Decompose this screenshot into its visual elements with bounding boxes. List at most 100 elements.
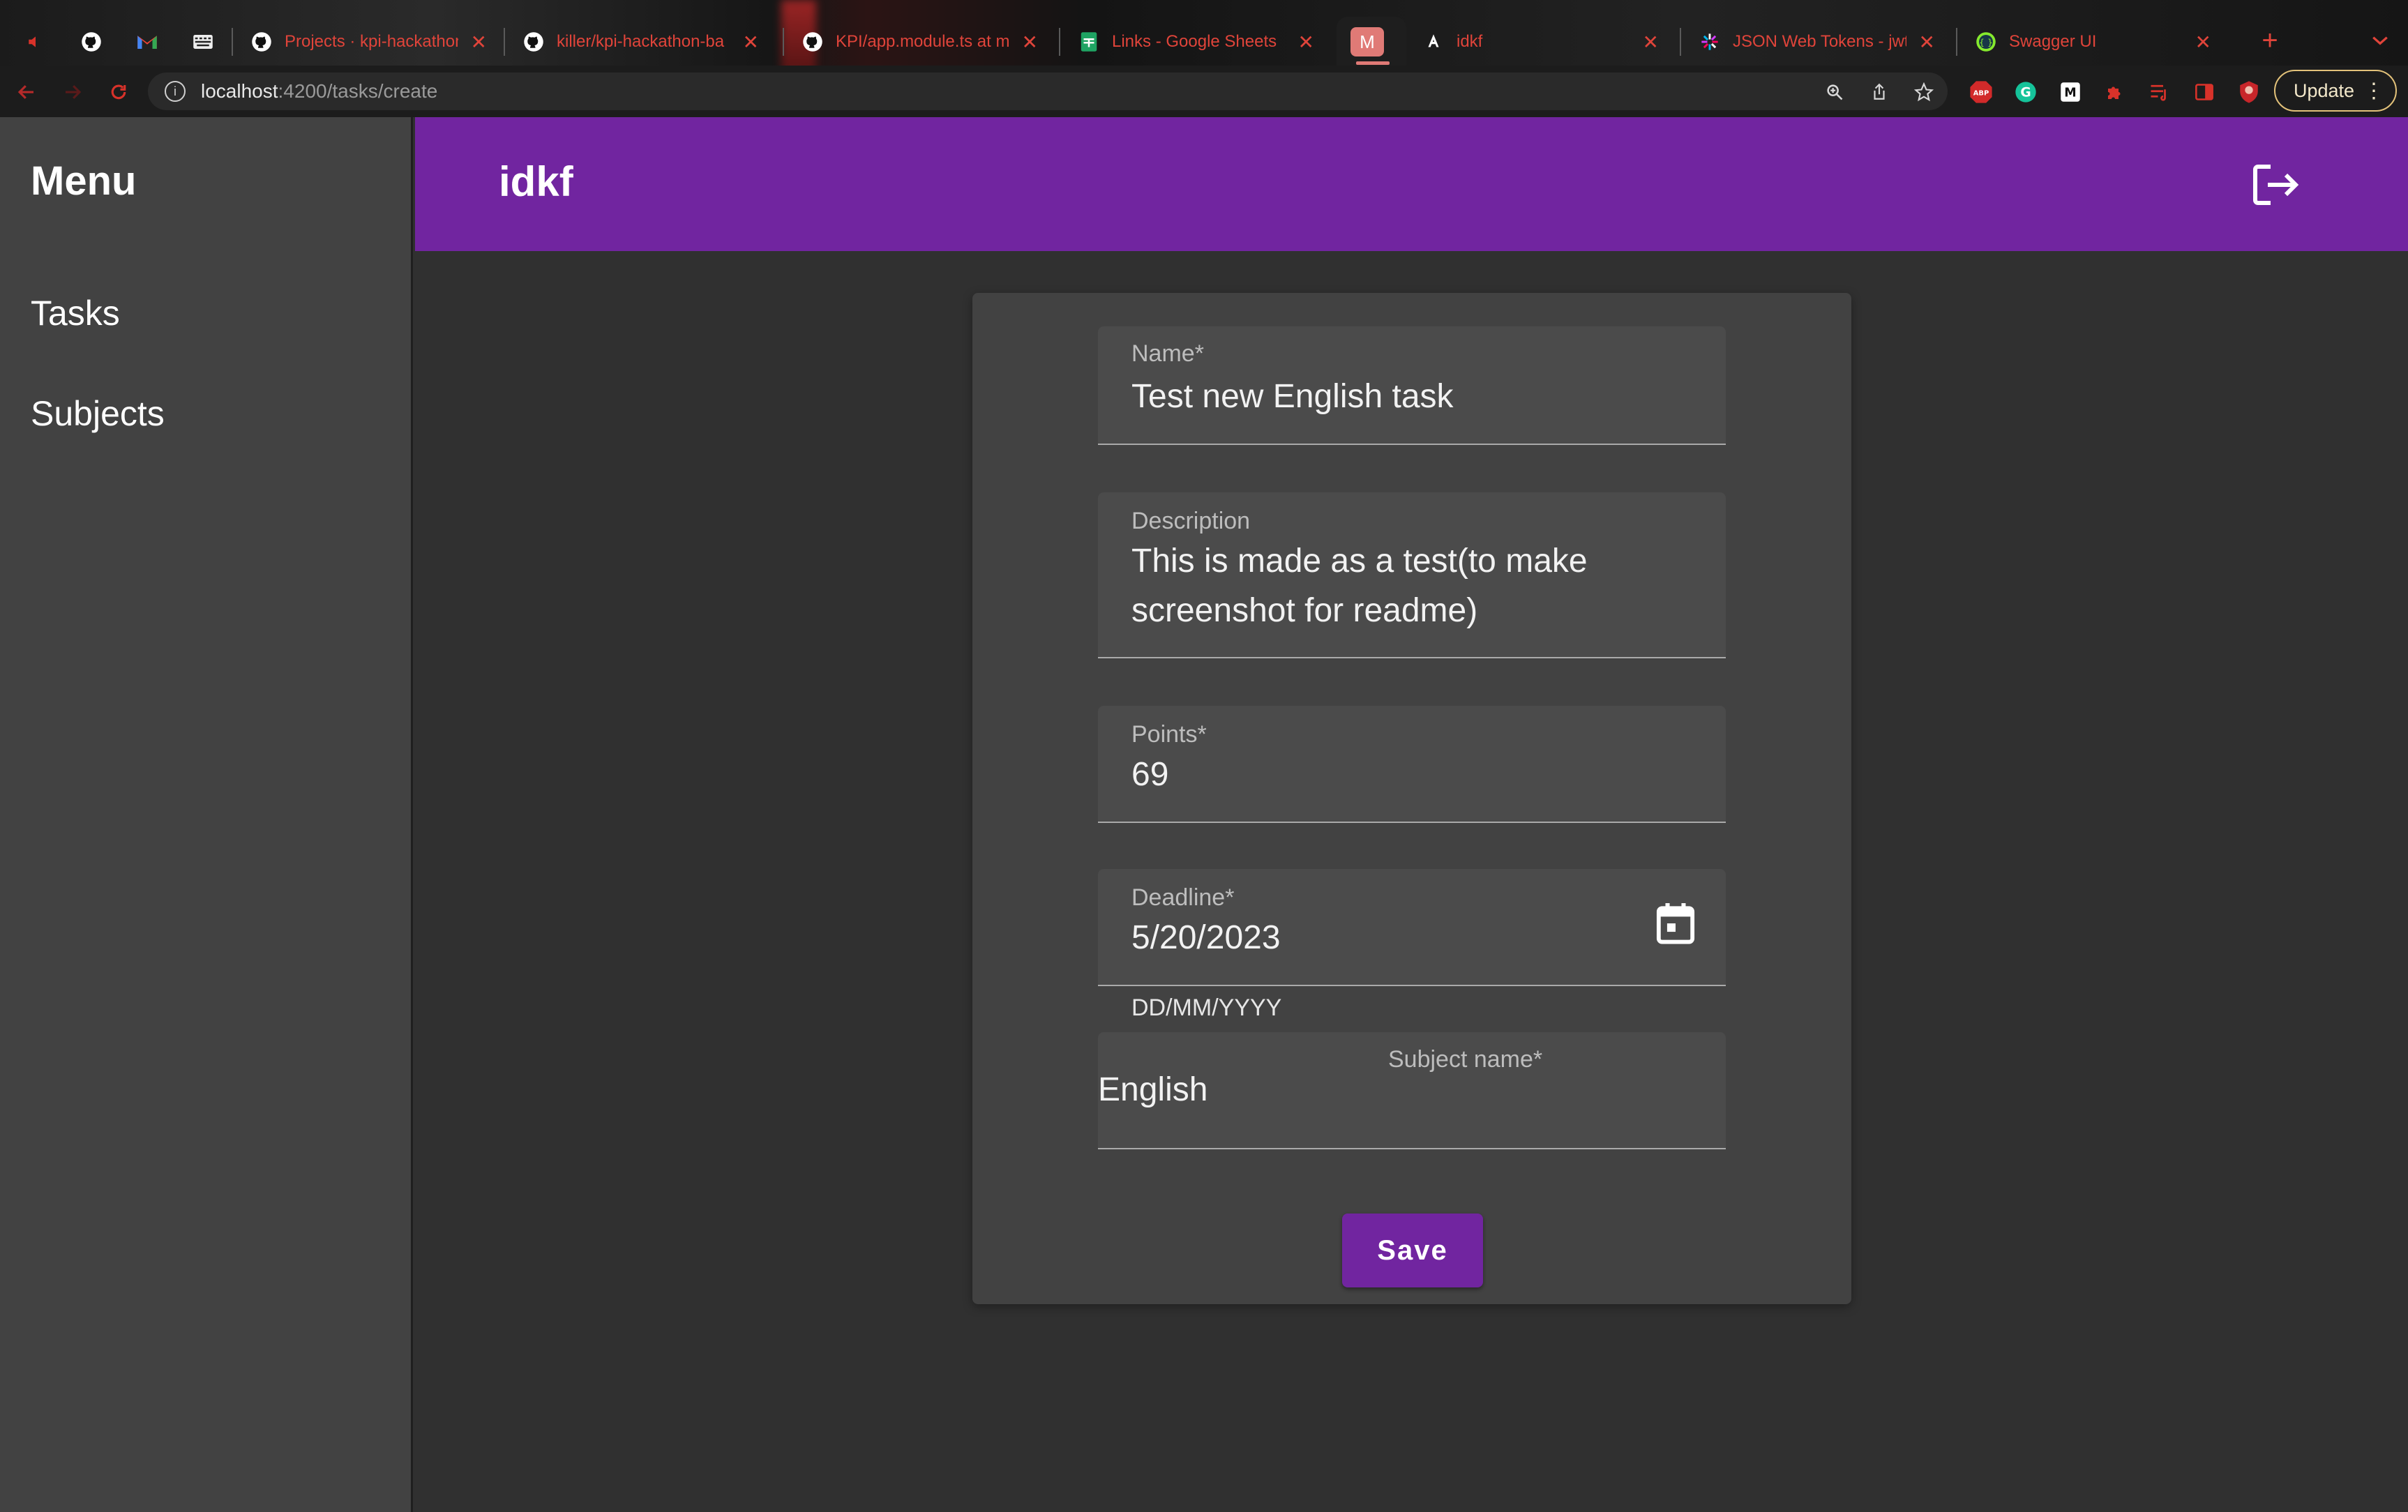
description-label: Description xyxy=(1131,508,1251,534)
swagger-icon: { } xyxy=(1976,31,1996,52)
close-icon[interactable]: ✕ xyxy=(1643,31,1659,54)
url-path: :4200/tasks/create xyxy=(278,80,438,102)
forward-button[interactable] xyxy=(56,75,89,109)
tab-projects[interactable]: Projects · kpi-hackathon ✕ xyxy=(237,17,501,67)
sidebar-item-subjects[interactable]: Subjects xyxy=(31,393,165,434)
close-icon[interactable]: ✕ xyxy=(2195,31,2211,54)
name-field[interactable]: Name* Test new English task xyxy=(1098,326,1726,445)
jwt-icon xyxy=(1699,31,1720,52)
tab-pinned-gmail[interactable] xyxy=(123,17,173,67)
description-field[interactable]: Description This is made as a test(to ma… xyxy=(1098,492,1726,658)
url-host: localhost xyxy=(201,80,278,102)
github-icon xyxy=(802,31,823,52)
tab-killer-repo[interactable]: killer/kpi-hackathon-ba ✕ xyxy=(509,17,773,67)
name-input[interactable]: Test new English task xyxy=(1131,372,1454,421)
tab-separator xyxy=(783,28,784,56)
calendar-icon xyxy=(1656,903,1695,944)
tab-search-button[interactable] xyxy=(2365,25,2395,56)
sidebar: Menu Tasks Subjects xyxy=(0,117,413,1512)
tab-google-sheets[interactable]: Links - Google Sheets ✕ xyxy=(1064,17,1328,67)
tab-title: idkf xyxy=(1457,32,1483,51)
deadline-hint: DD/MM/YYYY xyxy=(1131,995,1282,1021)
tab-separator xyxy=(1680,28,1681,56)
chevron-down-icon xyxy=(2372,36,2388,45)
grammarly-icon[interactable]: G xyxy=(2012,78,2040,106)
tab-title: JSON Web Tokens - jwt xyxy=(1733,32,1906,51)
info-icon[interactable]: i xyxy=(165,81,186,102)
tab-title: Links - Google Sheets xyxy=(1112,32,1277,51)
close-icon[interactable]: ✕ xyxy=(1919,31,1935,54)
speaker-icon xyxy=(25,31,46,52)
share-icon[interactable] xyxy=(1865,78,1893,106)
svg-text:G: G xyxy=(2020,86,2031,100)
close-icon[interactable]: ✕ xyxy=(1022,31,1038,54)
close-icon[interactable]: ✕ xyxy=(1298,31,1314,54)
subject-value: English xyxy=(1098,1071,1208,1108)
angular-icon xyxy=(1423,31,1444,52)
new-tab-button[interactable]: + xyxy=(2250,21,2289,60)
subject-label: Subject name* xyxy=(1388,1046,1543,1073)
deadline-field[interactable]: Deadline* 5/20/2023 xyxy=(1098,869,1726,986)
tab-title: Swagger UI xyxy=(2009,32,2097,51)
side-panel-icon[interactable] xyxy=(2190,78,2218,106)
more-vert-icon[interactable]: ⋮ xyxy=(2363,79,2384,103)
svg-text:M: M xyxy=(2064,86,2076,100)
arrow-right-icon xyxy=(66,85,82,99)
tab-idkf[interactable]: idkf ✕ xyxy=(1409,17,1673,67)
star-icon[interactable] xyxy=(1910,78,1938,106)
deadline-input[interactable]: 5/20/2023 xyxy=(1131,914,1281,962)
logout-button[interactable] xyxy=(2248,158,2303,212)
tab-pinned-github[interactable] xyxy=(67,17,117,67)
subject-select[interactable]: Subject name* English xyxy=(1098,1032,1726,1149)
description-line: screenshot for readme) xyxy=(1131,592,1478,629)
medium-extension-icon[interactable]: M xyxy=(2056,78,2084,106)
reload-button[interactable] xyxy=(102,75,135,109)
tab-title: KPI/app.module.ts at m xyxy=(836,32,1009,51)
datepicker-toggle[interactable] xyxy=(1653,900,1698,947)
tab-separator xyxy=(1956,28,1957,56)
arrow-left-icon xyxy=(17,85,33,99)
zoom-icon[interactable] xyxy=(1821,78,1849,106)
deadline-label: Deadline* xyxy=(1131,884,1235,911)
tab-jwt[interactable]: JSON Web Tokens - jwt ✕ xyxy=(1685,17,1949,67)
puzzle-icon[interactable] xyxy=(2101,78,2129,106)
svg-text:ABP: ABP xyxy=(1973,89,1989,97)
points-input[interactable]: 69 xyxy=(1131,750,1168,799)
media-queue-icon[interactable] xyxy=(2146,78,2174,106)
tab-pinned-keyboard[interactable] xyxy=(179,17,229,67)
logout-icon xyxy=(2253,165,2299,205)
back-button[interactable] xyxy=(10,75,43,109)
name-label: Name* xyxy=(1131,340,1204,367)
keyboard-icon xyxy=(193,31,213,52)
profile-avatar[interactable] xyxy=(2235,78,2263,106)
app-header: idkf xyxy=(415,117,2408,251)
points-field[interactable]: Points* 69 xyxy=(1098,706,1726,823)
points-label: Points* xyxy=(1131,721,1207,748)
tab-active-m-app[interactable]: M xyxy=(1337,17,1406,67)
sidebar-item-tasks[interactable]: Tasks xyxy=(31,293,120,333)
tab-title: Projects · kpi-hackathon xyxy=(285,32,458,51)
update-label: Update xyxy=(2294,80,2355,101)
github-icon xyxy=(81,31,102,52)
close-icon[interactable]: ✕ xyxy=(471,31,487,54)
update-button[interactable]: Update ⋮ xyxy=(2274,70,2397,112)
m-app-icon: M xyxy=(1350,27,1384,56)
sheets-icon xyxy=(1078,31,1099,52)
tab-pinned-audio[interactable] xyxy=(11,17,61,67)
page-title: idkf xyxy=(499,158,573,205)
save-button[interactable]: Save xyxy=(1342,1214,1483,1287)
github-icon xyxy=(523,31,544,52)
active-tab-indicator xyxy=(1356,61,1390,65)
tab-separator xyxy=(1059,28,1060,56)
close-icon[interactable]: ✕ xyxy=(743,31,759,54)
tab-swagger[interactable]: { } Swagger UI ✕ xyxy=(1962,17,2225,67)
gmail-icon xyxy=(137,31,158,52)
tab-separator xyxy=(232,28,233,56)
github-icon xyxy=(251,31,272,52)
address-bar[interactable]: i localhost:4200/tasks/create xyxy=(148,73,1948,110)
tab-app-module[interactable]: KPI/app.module.ts at m ✕ xyxy=(788,17,1052,67)
task-form-card: Name* Test new English task Description … xyxy=(972,293,1851,1304)
svg-text:{ }: { } xyxy=(1979,37,1993,47)
adblock-icon[interactable]: ABP xyxy=(1967,78,1995,106)
tab-separator xyxy=(504,28,505,56)
